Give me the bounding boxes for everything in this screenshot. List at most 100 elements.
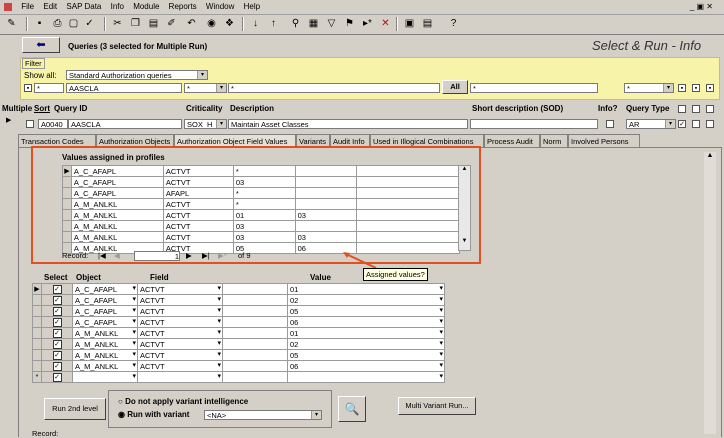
scrollbar[interactable]: ▲	[704, 152, 716, 434]
run-2nd-level-button[interactable]: Run 2nd level	[44, 398, 106, 420]
value-cell[interactable]: 05	[287, 305, 445, 317]
paste-icon[interactable]: ▤	[146, 16, 161, 31]
value-row[interactable]: ✓A_M_ANLKLACTVT 02	[32, 338, 445, 350]
profile-cell[interactable]	[294, 187, 358, 199]
profile-cell[interactable]: A_C_AFAPL	[70, 187, 164, 199]
profile-cell[interactable]: *	[232, 198, 296, 210]
select-checkbox[interactable]: ✓	[41, 316, 73, 328]
find-icon[interactable]: ⚑	[342, 16, 357, 31]
profile-cell[interactable]: ACTVT	[162, 209, 234, 221]
row-selector[interactable]	[32, 360, 42, 372]
select-checkbox[interactable]: ✓	[41, 283, 73, 295]
row-info-check[interactable]	[606, 120, 614, 128]
variant-lookup-icon[interactable]: 🔍	[338, 396, 366, 422]
tab-process-audit[interactable]: Process Audit	[484, 134, 540, 147]
object-cell[interactable]: A_M_ANLKL	[72, 360, 138, 372]
filter-criticality[interactable]: * ▾	[184, 83, 227, 93]
all-button[interactable]: All	[442, 80, 468, 94]
profile-cell[interactable]: ACTVT	[162, 176, 234, 188]
value-row[interactable]: ✓A_C_AFAPLACTVT 02	[32, 294, 445, 306]
filter-query-type[interactable]: * ▾	[624, 83, 674, 93]
value-row[interactable]: * ✓	[32, 371, 445, 383]
select-checkbox[interactable]: ✓	[41, 294, 73, 306]
profile-cell[interactable]	[294, 176, 358, 188]
menu-reports[interactable]: Reports	[169, 0, 197, 14]
first-record-icon[interactable]: |◀	[98, 251, 106, 260]
record-number[interactable]: 1	[134, 251, 180, 261]
undo-icon[interactable]: ↶	[184, 16, 199, 31]
row-selector[interactable]	[62, 231, 72, 243]
field-cell[interactable]: ACTVT	[137, 294, 223, 306]
value-cell[interactable]: 06	[287, 360, 445, 372]
window-icon[interactable]: ▣	[402, 16, 417, 31]
value-cell[interactable]: 02	[287, 338, 445, 350]
filter-short-desc[interactable]: *	[470, 83, 598, 93]
apply-filter-icon[interactable]: ▽	[324, 16, 339, 31]
menu-sap-data[interactable]: SAP Data	[66, 0, 101, 14]
sort-asc-icon[interactable]: ↓	[248, 16, 263, 31]
row-criticality[interactable]: SOX_H ▾	[184, 119, 227, 129]
value-cell[interactable]: 01	[287, 283, 445, 295]
select-checkbox[interactable]: ✓	[41, 338, 73, 350]
select-checkbox[interactable]: ✓	[41, 371, 73, 383]
filter-type-check-1[interactable]: ▪	[678, 84, 686, 92]
multi-variant-run-button[interactable]: Multi Variant Run...	[398, 397, 476, 415]
field-cell[interactable]: ACTVT	[137, 327, 223, 339]
globe-icon[interactable]: ◉	[204, 16, 219, 31]
header-check-1[interactable]	[678, 105, 686, 113]
last-record-icon[interactable]: ▶|	[202, 251, 210, 260]
spell-icon[interactable]: ✓	[82, 16, 97, 31]
row-selector[interactable]	[62, 187, 72, 199]
row-selector[interactable]: *	[32, 371, 42, 383]
new-record-nav-icon[interactable]: ▶*	[218, 251, 227, 260]
variant-select[interactable]: <NA> ▾	[204, 410, 322, 420]
profile-cell[interactable]: A_M_ANLKL	[70, 231, 164, 243]
tab-norm[interactable]: Norm	[540, 134, 568, 147]
hyperlink-icon[interactable]: ❖	[222, 16, 237, 31]
copy-icon[interactable]: ❐	[128, 16, 143, 31]
back-button[interactable]: ⬅	[22, 37, 60, 53]
profile-row[interactable]: A_M_ANLKL ACTVT 01 03	[62, 209, 460, 221]
radio-run-variant[interactable]: ◉	[118, 410, 125, 419]
row-type-check-3[interactable]	[706, 120, 714, 128]
profile-cell[interactable]: A_C_AFAPL	[70, 176, 164, 188]
profile-cell[interactable]: 03	[232, 220, 296, 232]
row-query-id[interactable]: AASCLA	[68, 119, 182, 129]
field-cell[interactable]: ACTVT	[137, 338, 223, 350]
profile-row[interactable]: A_M_ANLKL ACTVT *	[62, 198, 460, 210]
row-type-check-2[interactable]	[692, 120, 700, 128]
field-cell[interactable]: ACTVT	[137, 349, 223, 361]
value-row[interactable]: ✓A_C_AFAPLACTVT 06	[32, 316, 445, 328]
profile-cell[interactable]: 03	[294, 231, 358, 243]
value-row[interactable]: ✓A_C_AFAPLACTVT 05	[32, 305, 445, 317]
value-row[interactable]: ✓A_M_ANLKLACTVT 01	[32, 327, 445, 339]
format-icon[interactable]: ✐	[164, 16, 179, 31]
cut-icon[interactable]: ✂	[110, 16, 125, 31]
row-selector[interactable]	[32, 316, 42, 328]
row-selector[interactable]	[62, 220, 72, 232]
profile-row[interactable]: A_M_ANLKL ACTVT 03	[62, 220, 460, 232]
next-record-icon[interactable]: ▶	[186, 251, 192, 260]
value-cell[interactable]: 06	[287, 316, 445, 328]
profiles-scrollbar[interactable]: ▲ ▼	[458, 165, 471, 251]
profile-row[interactable]: ▶ A_C_AFAPL ACTVT *	[62, 165, 460, 177]
filter-field-1[interactable]: *	[34, 83, 64, 93]
profile-cell[interactable]: A_M_ANLKL	[70, 198, 164, 210]
row-query-type[interactable]: AR ▾	[626, 119, 676, 129]
col-sort[interactable]: Sort	[34, 104, 50, 113]
profile-cell[interactable]	[294, 165, 358, 177]
delete-record-icon[interactable]: ✕	[378, 16, 393, 31]
scroll-up-icon[interactable]: ▲	[704, 152, 716, 159]
row-description[interactable]: Maintain Asset Classes	[228, 119, 468, 129]
profile-cell[interactable]: 03	[232, 231, 296, 243]
new-record-icon[interactable]: ▸*	[360, 16, 375, 31]
object-cell[interactable]: A_C_AFAPL	[72, 294, 138, 306]
show-all-select[interactable]: Standard Authorization queries ▾	[66, 70, 208, 80]
profile-cell[interactable]: 01	[232, 209, 296, 221]
row-selector[interactable]	[32, 327, 42, 339]
profile-row[interactable]: A_C_AFAPL AFAPL *	[62, 187, 460, 199]
profile-cell[interactable]: ACTVT	[162, 231, 234, 243]
multiple-checkbox[interactable]	[26, 120, 34, 128]
field-cell[interactable]: ACTVT	[137, 316, 223, 328]
filter-select-icon[interactable]: ▦	[306, 16, 321, 31]
